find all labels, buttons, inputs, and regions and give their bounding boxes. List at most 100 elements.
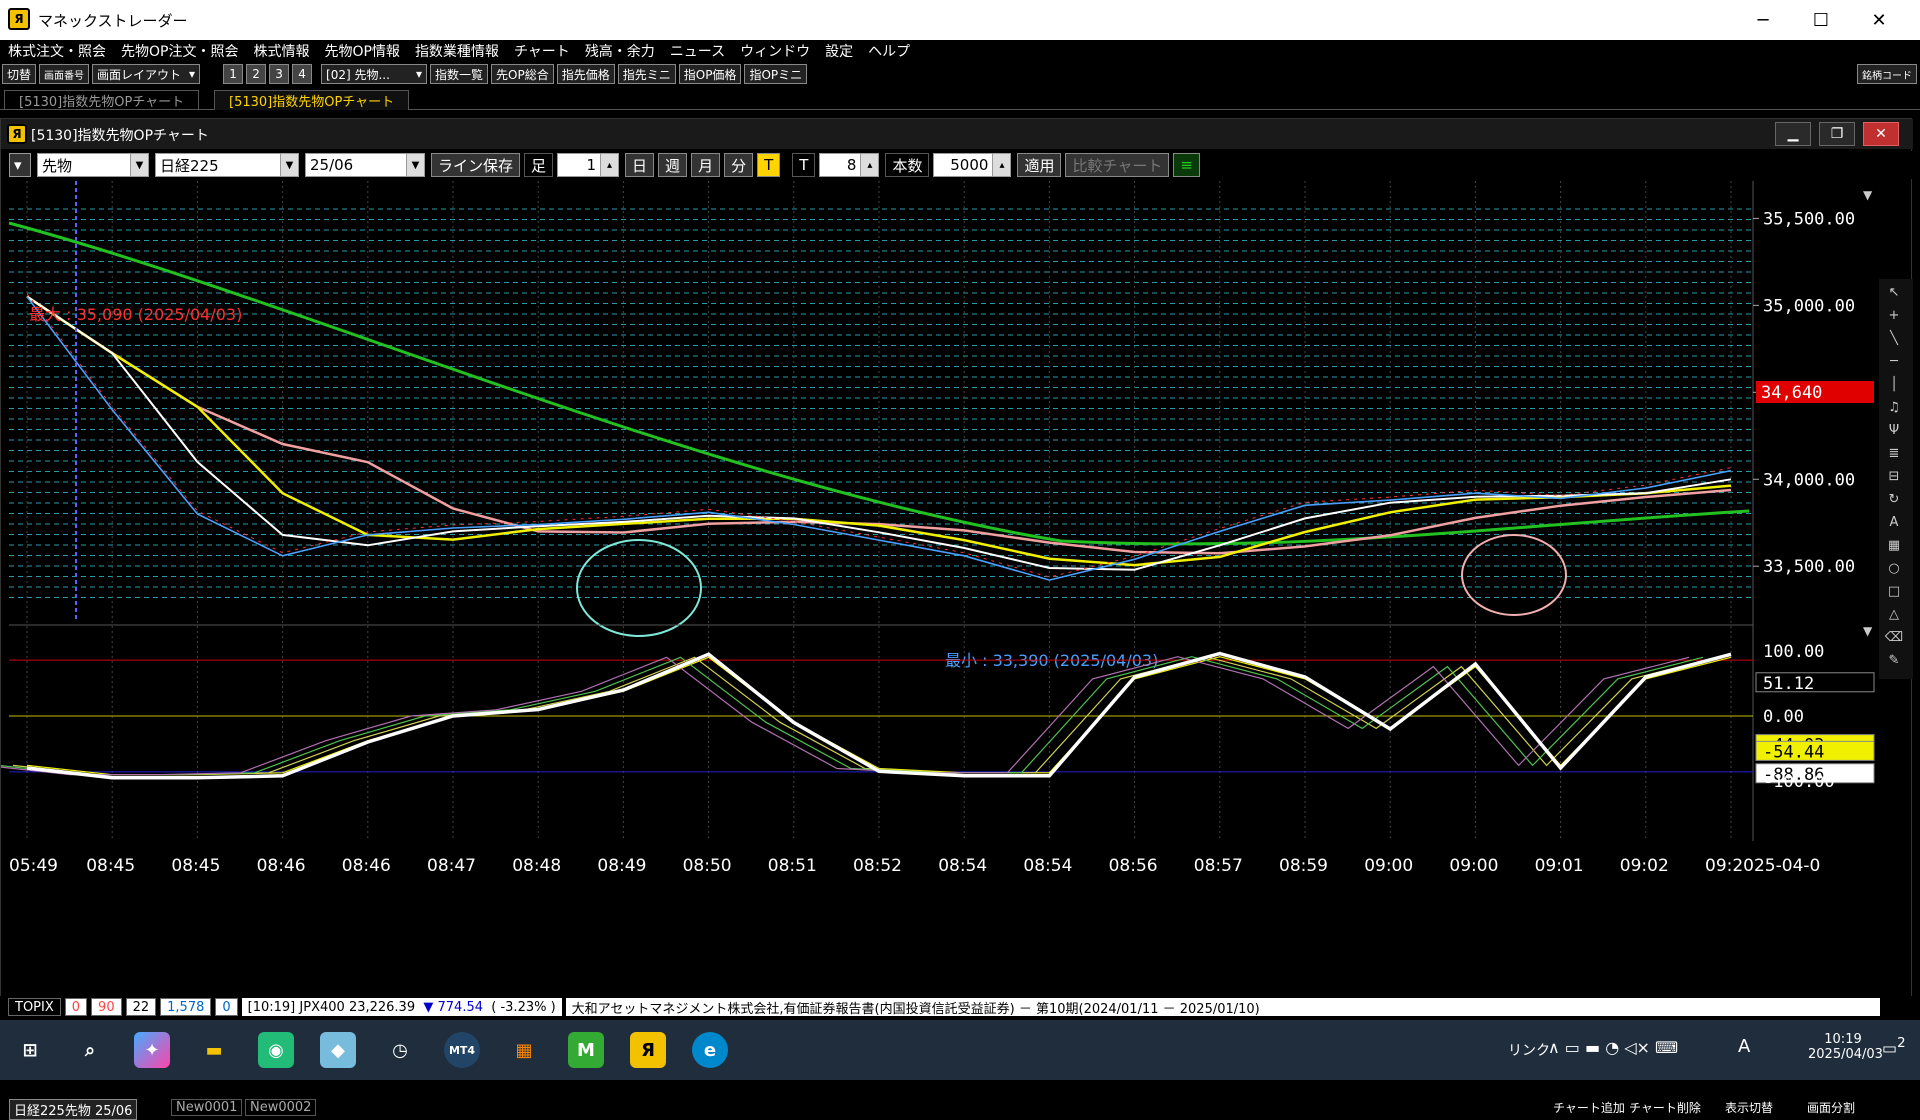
- rect-icon[interactable]: □: [1883, 581, 1905, 601]
- copilot-icon[interactable]: ✦: [134, 1032, 170, 1068]
- news-headline[interactable]: 大和アセットマネジメント株式会社,有価証券報告書(内国投資信託受益証券) － 第…: [565, 998, 1880, 1017]
- fork-icon[interactable]: Ψ: [1883, 420, 1905, 440]
- channel-icon[interactable]: ⊟: [1883, 466, 1905, 486]
- edge-icon[interactable]: e: [692, 1032, 728, 1068]
- t-input[interactable]: 8 ▴: [819, 153, 880, 177]
- eraser-icon[interactable]: ⌫: [1883, 627, 1905, 647]
- screen-number-button[interactable]: 画面番号: [39, 64, 90, 84]
- layout-label: 画面レイアウト: [97, 67, 182, 82]
- app-icon-2[interactable]: ◉: [258, 1032, 294, 1068]
- page-2-button[interactable]: 2: [246, 64, 267, 84]
- apply-button[interactable]: 適用: [1017, 153, 1062, 177]
- page-1-button[interactable]: 1: [223, 64, 244, 84]
- ime-indicator[interactable]: A: [1738, 1036, 1750, 1057]
- maximize-button[interactable]: ☐: [1792, 0, 1850, 40]
- price-chart[interactable]: 最大 : 35,090 (2025/04/03) 最小 : 33,390 (20…: [1, 181, 1913, 881]
- chart-tab-1[interactable]: 日経225先物 25/06: [9, 1099, 138, 1120]
- tab-chart-1[interactable]: [5130]指数先物OPチャート: [4, 90, 200, 110]
- menu-item[interactable]: 株式注文・照会: [8, 41, 106, 61]
- month-button[interactable]: 月: [691, 153, 721, 177]
- search-icon[interactable]: ⌕: [72, 1032, 108, 1068]
- chart-restore-button[interactable]: ❐: [1819, 122, 1855, 146]
- page-3-button[interactable]: 3: [269, 64, 290, 84]
- close-button[interactable]: ✕: [1850, 0, 1908, 40]
- week-button[interactable]: 週: [658, 153, 688, 177]
- link-label[interactable]: リンク: [1508, 1040, 1550, 1060]
- menu-item[interactable]: 残高・余力: [585, 41, 655, 61]
- switch-button[interactable]: 切替: [2, 64, 37, 84]
- preset-dropdown[interactable]: [02] 先物... ▾: [321, 64, 428, 84]
- display-toggle-button[interactable]: 表示切替: [1725, 1099, 1773, 1116]
- shortcut-button[interactable]: 指先価格: [556, 64, 615, 84]
- menu-item[interactable]: 指数業種情報: [415, 41, 499, 61]
- delete-chart-button[interactable]: チャート削除: [1629, 1099, 1701, 1116]
- time-tick-label: 08:49: [597, 856, 646, 876]
- loop-icon[interactable]: ↻: [1883, 489, 1905, 509]
- menu-item[interactable]: ヘルプ: [868, 41, 910, 61]
- add-chart-button[interactable]: チャート追加: [1553, 1099, 1625, 1116]
- shortcut-button[interactable]: 指数一覧: [430, 64, 489, 84]
- compare-chart-button[interactable]: 比較チャート: [1065, 153, 1170, 177]
- index-select[interactable]: 日経225 ▼: [155, 153, 299, 177]
- pen-icon[interactable]: ✎: [1883, 650, 1905, 670]
- vline-icon[interactable]: │: [1883, 374, 1905, 394]
- triangle-icon[interactable]: △: [1883, 604, 1905, 624]
- m-app-icon[interactable]: M: [568, 1032, 604, 1068]
- day-button[interactable]: 日: [625, 153, 655, 177]
- text-icon[interactable]: A: [1883, 512, 1905, 532]
- chart-tab-2[interactable]: New0001: [171, 1099, 243, 1116]
- bell-icon[interactable]: ♫: [1883, 397, 1905, 417]
- shortcut-button[interactable]: 指OP価格: [678, 64, 742, 84]
- shortcut-button[interactable]: 先OP総合: [491, 64, 554, 84]
- notification-icon[interactable]: ▭2: [1882, 1036, 1906, 1057]
- time-tick-label: 08:56: [1109, 856, 1158, 876]
- code-input[interactable]: 銘柄コード: [1857, 64, 1917, 84]
- clock-app-icon[interactable]: ◷: [382, 1032, 418, 1068]
- menu-item[interactable]: ニュース: [670, 41, 725, 61]
- minimize-button[interactable]: ─: [1734, 0, 1792, 40]
- clock[interactable]: 10:19 2025/04/03: [1808, 1032, 1883, 1062]
- windows-start-icon[interactable]: ⊞: [12, 1032, 48, 1068]
- price-pane-menu-icon[interactable]: ▼: [1863, 188, 1873, 202]
- chart-close-button[interactable]: ✕: [1863, 122, 1899, 146]
- tick-button[interactable]: T: [757, 153, 781, 177]
- topix-label[interactable]: TOPIX: [8, 998, 61, 1016]
- crosshair-icon[interactable]: +: [1883, 305, 1905, 325]
- menu-item[interactable]: 設定: [825, 41, 853, 61]
- kind-select[interactable]: 先物 ▼: [37, 153, 149, 177]
- mt4-icon[interactable]: MT4: [444, 1032, 480, 1068]
- fib-icon[interactable]: ≣: [1883, 443, 1905, 463]
- tray-icons[interactable]: ∧ ▭ ▬ ◔ ◁× ⌨: [1548, 1038, 1678, 1057]
- menu-item[interactable]: 先物OP情報: [324, 41, 399, 61]
- shortcut-button[interactable]: 指先ミニ: [617, 64, 676, 84]
- bars-icon[interactable]: ≡: [1173, 153, 1200, 177]
- table-icon[interactable]: ▦: [1883, 535, 1905, 555]
- menu-item[interactable]: ウィンドウ: [740, 41, 810, 61]
- line-save-button[interactable]: ライン保存: [431, 153, 521, 177]
- ellipse-icon[interactable]: ○: [1883, 558, 1905, 578]
- menu-item[interactable]: チャート: [514, 41, 570, 61]
- split-screen-button[interactable]: 画面分割: [1807, 1099, 1855, 1116]
- layout-dropdown[interactable]: 画面レイアウト ▾: [92, 64, 201, 84]
- app-icon-4[interactable]: ▦: [506, 1032, 542, 1068]
- trendline-icon[interactable]: ╲: [1883, 328, 1905, 348]
- count-input[interactable]: 5000 ▴: [933, 153, 1012, 177]
- month-select[interactable]: 25/06 ▼: [305, 153, 425, 177]
- chart-minimize-button[interactable]: ▁: [1775, 122, 1811, 146]
- ticker-v2: 90: [91, 998, 122, 1016]
- osc-pane-menu-icon[interactable]: ▼: [1863, 624, 1873, 638]
- folder-icon[interactable]: ▬: [196, 1032, 232, 1068]
- menu-item[interactable]: 先物OP注文・照会: [121, 41, 238, 61]
- menu-dropdown-icon[interactable]: ▾: [9, 153, 31, 177]
- ashi-input[interactable]: 1 ▴: [557, 153, 620, 177]
- monex-taskbar-icon[interactable]: Я: [630, 1032, 666, 1068]
- hline-icon[interactable]: ─: [1883, 351, 1905, 371]
- shortcut-button[interactable]: 指OPミニ: [744, 64, 808, 84]
- chart-tab-3[interactable]: New0002: [245, 1099, 317, 1116]
- app-icon-3[interactable]: ◆: [320, 1032, 356, 1068]
- page-4-button[interactable]: 4: [292, 64, 313, 84]
- cursor-icon[interactable]: ↖: [1883, 282, 1905, 302]
- menu-item[interactable]: 株式情報: [253, 41, 309, 61]
- minute-button[interactable]: 分: [724, 153, 754, 177]
- tab-chart-2[interactable]: [5130]指数先物OPチャート: [214, 90, 410, 110]
